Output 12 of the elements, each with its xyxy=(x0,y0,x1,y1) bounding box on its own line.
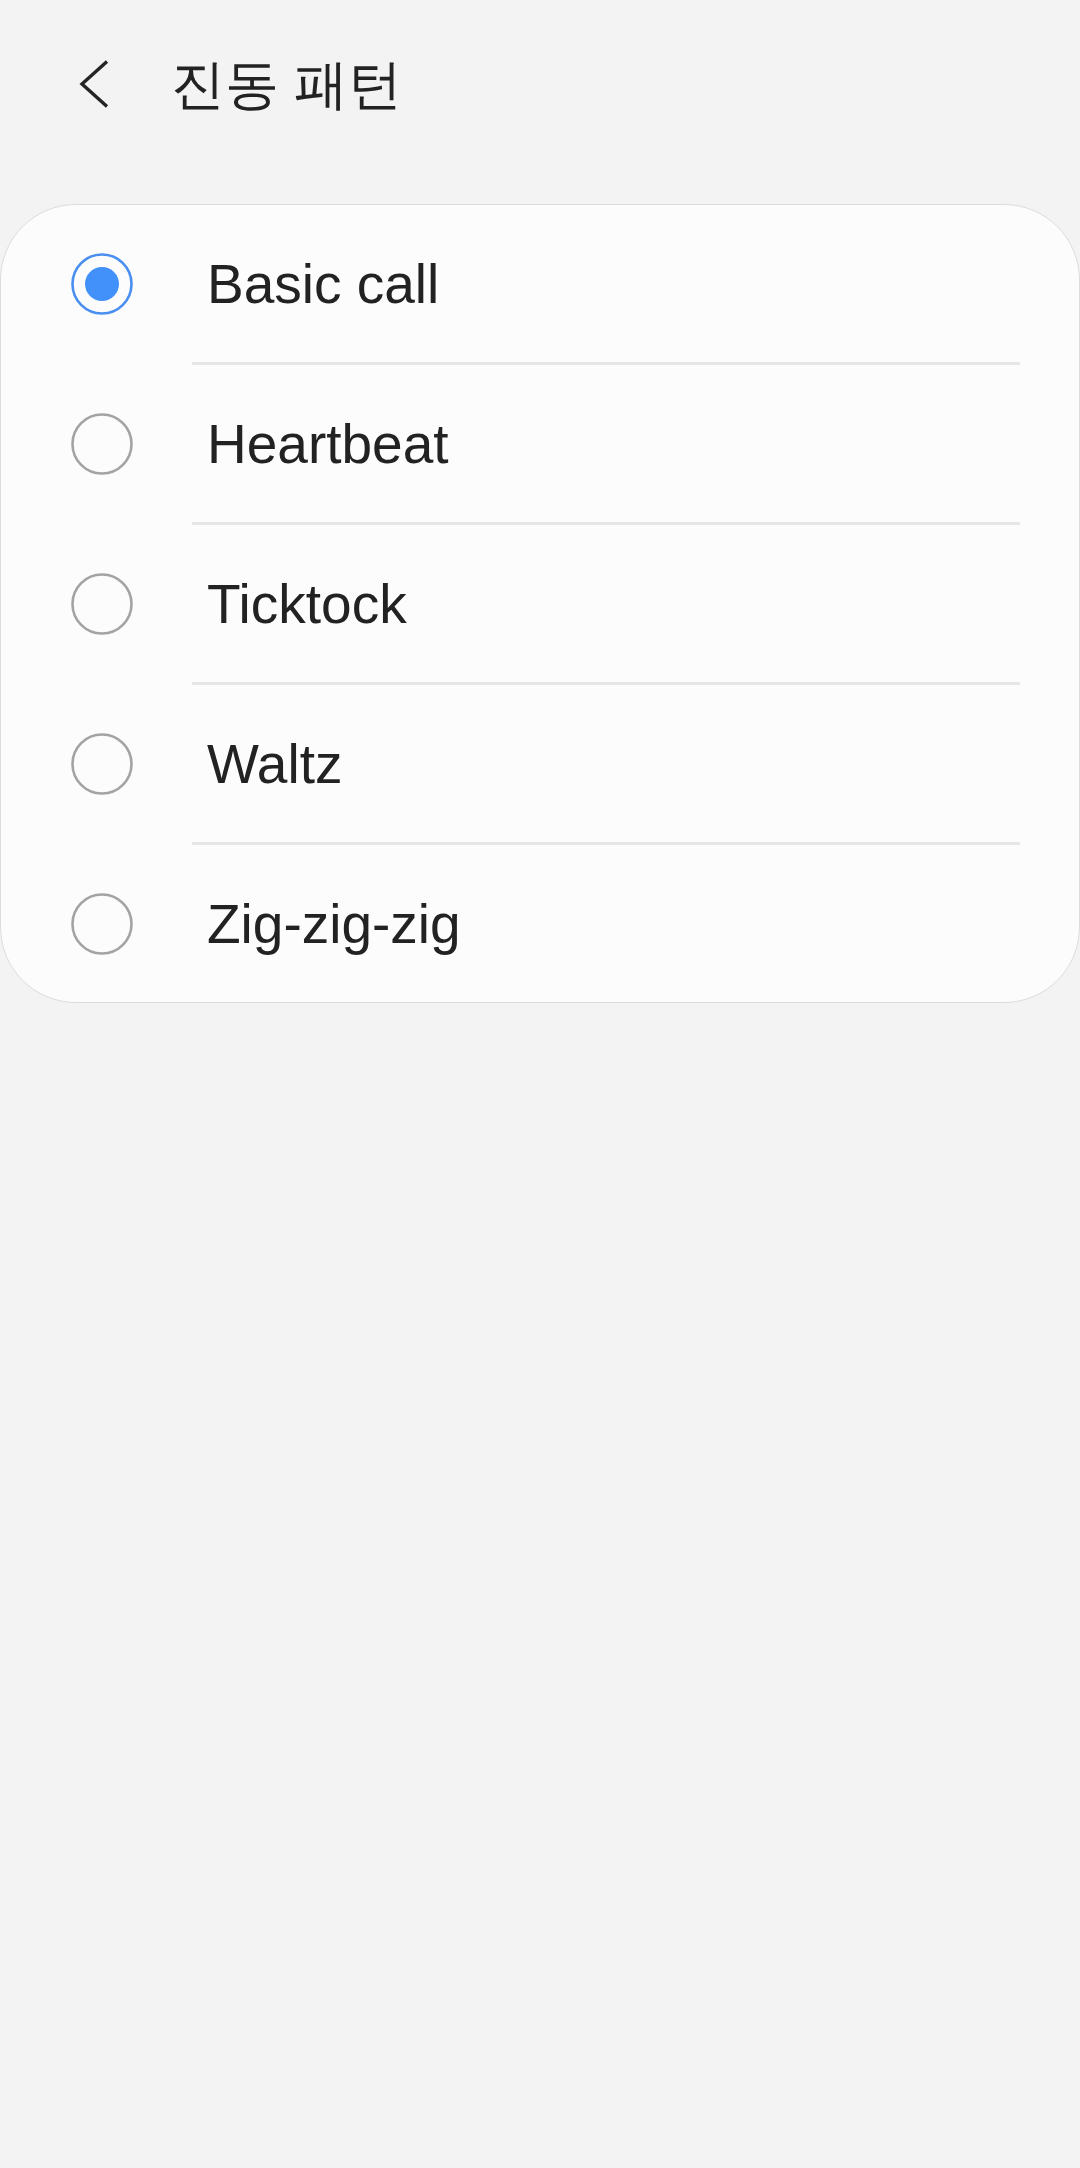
option-label: Waltz xyxy=(207,731,343,796)
option-label: Basic call xyxy=(207,251,440,316)
radio-button[interactable] xyxy=(71,572,133,635)
radio-button[interactable] xyxy=(71,252,133,315)
radio-button[interactable] xyxy=(71,732,133,795)
option-label: Heartbeat xyxy=(207,411,449,476)
back-icon xyxy=(79,60,109,108)
option-label: Zig-zig-zig xyxy=(207,891,461,956)
radio-button[interactable] xyxy=(71,412,133,475)
radio-button[interactable] xyxy=(71,892,133,955)
option-label: Ticktock xyxy=(207,571,407,636)
screen-title: 진동 패턴 xyxy=(171,53,402,116)
